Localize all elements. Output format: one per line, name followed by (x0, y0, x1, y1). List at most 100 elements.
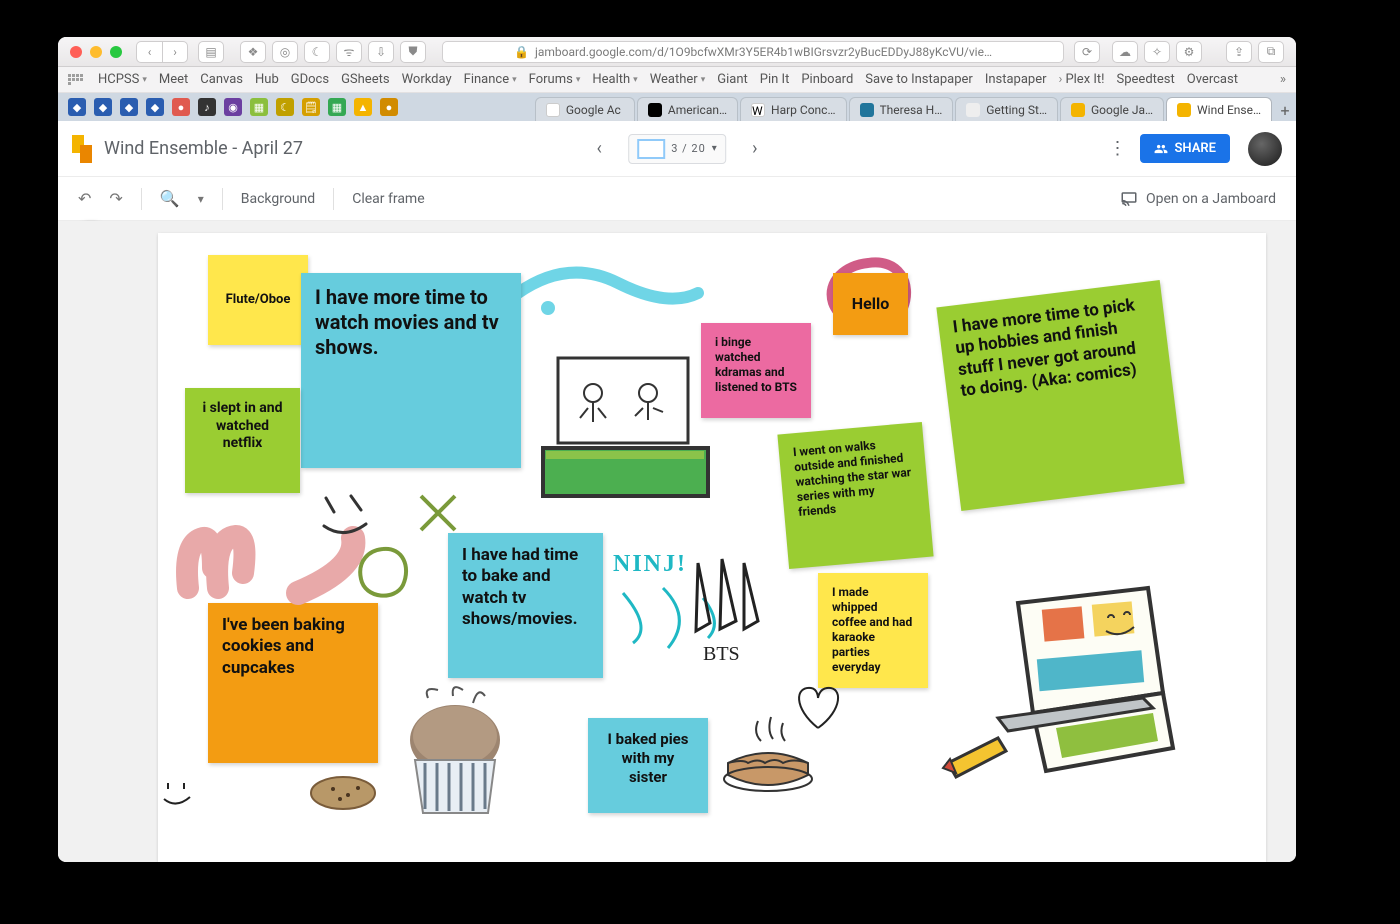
apps-icon[interactable] (68, 74, 86, 86)
zoom-menu-button[interactable]: ▾ (198, 192, 204, 206)
close-icon[interactable] (70, 46, 82, 58)
browser-tab[interactable]: Theresa H… (849, 97, 954, 121)
ext-icon[interactable]: ⇩ (368, 41, 394, 63)
sticky-note[interactable]: I've been baking cookies and cupcakes (208, 603, 378, 763)
bookmark[interactable]: GSheets (341, 72, 389, 87)
doodle-x (413, 488, 463, 538)
bookmark[interactable]: Meet (159, 72, 188, 87)
pinned-tab[interactable]: ◆ (94, 98, 112, 116)
doodle-cookie (308, 773, 378, 813)
jamboard-header: Wind Ensemble - April 27 ‹ 3 / 20 ▾ › ⋮ … (58, 121, 1296, 177)
pinned-tab[interactable]: ● (172, 98, 190, 116)
forward-button[interactable]: › (162, 41, 188, 63)
bookmark[interactable]: Health▾ (592, 72, 637, 87)
bookmark[interactable]: Forums▾ (529, 72, 581, 87)
bookmark[interactable]: Speedtest (1117, 72, 1175, 87)
reload-button[interactable]: ⟳ (1074, 41, 1100, 63)
sticky-note[interactable]: I made whipped coffee and had karaoke pa… (818, 573, 928, 688)
undo-button[interactable]: ↶ (78, 189, 91, 208)
sticky-note[interactable]: I have more time to pick up hobbies and … (936, 280, 1184, 511)
ext-icon[interactable]: ⛊ (400, 41, 426, 63)
bookmark[interactable]: Pinboard (801, 72, 853, 87)
pinned-tab[interactable]: 🗒 (302, 98, 320, 116)
bookmark[interactable]: Pin It (760, 72, 790, 87)
nav-back-forward: ‹ › (136, 41, 188, 63)
macos-titlebar: ‹ › ▤ ❖ ◎ ☾ ᯤ ⇩ ⛊ 🔒 jamboard.google.com/… (58, 37, 1296, 67)
settings-icon[interactable]: ⚙ (1176, 41, 1202, 63)
pinned-tab[interactable]: ♪ (198, 98, 216, 116)
doodle-laptop (538, 348, 718, 518)
bookmark[interactable]: Save to Instapaper (865, 72, 973, 87)
sticky-note[interactable]: Flute/Oboe (208, 255, 308, 345)
bookmark[interactable]: Canvas (200, 72, 243, 87)
background-button[interactable]: Background (241, 191, 315, 207)
frame-thumbnail-icon (637, 139, 665, 159)
pinned-tab[interactable]: ● (380, 98, 398, 116)
next-frame-button[interactable]: › (740, 134, 770, 164)
bookmark-icon[interactable]: ✧ (1144, 41, 1170, 63)
pinned-tab[interactable]: ◉ (224, 98, 242, 116)
minimize-icon[interactable] (90, 46, 102, 58)
pinned-tab[interactable]: ◆ (68, 98, 86, 116)
jamboard-canvas[interactable]: Flute/Oboe I have more time to watch mov… (158, 233, 1266, 862)
chevron-down-icon: ▾ (712, 143, 717, 154)
redo-button[interactable]: ↷ (109, 189, 122, 208)
share-button[interactable]: SHARE (1140, 134, 1230, 163)
pinned-tab[interactable]: ▲ (354, 98, 372, 116)
bookmarks-bar: HCPSS▾ Meet Canvas Hub GDocs GSheets Wor… (58, 67, 1296, 93)
frame-selector[interactable]: 3 / 20 ▾ (628, 134, 726, 164)
jamboard-logo-icon[interactable] (72, 135, 92, 163)
browser-tabs: ◆ ◆ ◆ ◆ ● ♪ ◉ ▦ ☾ 🗒 ▦ ▲ ● Google Ac Amer… (58, 93, 1296, 121)
prev-frame-button[interactable]: ‹ (584, 134, 614, 164)
back-button[interactable]: ‹ (136, 41, 162, 63)
browser-tab-active[interactable]: Wind Ense… (1166, 97, 1272, 121)
ext-icon[interactable]: ☾ (304, 41, 330, 63)
pinned-tab[interactable]: ▦ (250, 98, 268, 116)
bookmark[interactable]: Giant (717, 72, 748, 87)
maximize-icon[interactable] (110, 46, 122, 58)
more-menu-button[interactable]: ⋮ (1108, 138, 1126, 159)
bookmark[interactable]: HCPSS▾ (98, 72, 147, 87)
canvas-wrapper: Flute/Oboe I have more time to watch mov… (58, 221, 1296, 862)
browser-tab[interactable]: Google Ac (535, 97, 635, 121)
cast-icon (1120, 190, 1138, 208)
avatar[interactable] (1248, 132, 1282, 166)
document-title[interactable]: Wind Ensemble - April 27 (104, 138, 303, 159)
cloud-icon[interactable]: ☁ (1112, 41, 1138, 63)
bookmarks-overflow[interactable]: » (1280, 72, 1286, 87)
sticky-note[interactable]: I baked pies with my sister (588, 718, 708, 813)
bookmark[interactable]: Overcast (1187, 72, 1238, 87)
share-icon[interactable]: ⇪ (1226, 41, 1252, 63)
frame-counter: 3 / 20 (671, 142, 706, 155)
browser-tab[interactable]: WHarp Conc… (740, 97, 846, 121)
zoom-in-button[interactable]: 🔍 (160, 189, 180, 208)
sticky-note[interactable]: Hello (833, 273, 908, 335)
bookmark[interactable]: ›Plex It! (1059, 72, 1105, 87)
sticky-note[interactable]: i slept in and watched netflix (185, 388, 300, 493)
browser-tab[interactable]: American… (637, 97, 738, 121)
bookmark[interactable]: Hub (255, 72, 279, 87)
sticky-note[interactable]: I have more time to watch movies and tv … (301, 273, 521, 468)
bookmark[interactable]: GDocs (291, 72, 329, 87)
pinned-tab[interactable]: ◆ (120, 98, 138, 116)
tabs-icon[interactable]: ⧉ (1258, 41, 1284, 63)
ext-icon[interactable]: ᯤ (336, 41, 362, 63)
browser-tab[interactable]: Getting St… (955, 97, 1058, 121)
bookmark[interactable]: Finance▾ (464, 72, 517, 87)
clear-frame-button[interactable]: Clear frame (352, 191, 424, 207)
browser-tab[interactable]: Google Ja… (1060, 97, 1164, 121)
open-on-jamboard-button[interactable]: Open on a Jamboard (1120, 190, 1276, 208)
pinned-tab[interactable]: ◆ (146, 98, 164, 116)
bookmark[interactable]: Weather▾ (650, 72, 706, 87)
new-tab-button[interactable]: + (1274, 99, 1296, 121)
url-bar[interactable]: 🔒 jamboard.google.com/d/1O9bcfwXMr3Y5ER4… (442, 41, 1064, 63)
ext-icon[interactable]: ◎ (272, 41, 298, 63)
bookmark[interactable]: Instapaper (985, 72, 1047, 87)
pinned-tab[interactable]: ▦ (328, 98, 346, 116)
sticky-note[interactable]: I have had time to bake and watch tv sho… (448, 533, 603, 678)
sticky-note[interactable]: I went on walks outside and finished wat… (777, 422, 933, 569)
ext-icon[interactable]: ❖ (240, 41, 266, 63)
pinned-tab[interactable]: ☾ (276, 98, 294, 116)
bookmark[interactable]: Workday (402, 72, 452, 87)
sidebar-toggle-button[interactable]: ▤ (198, 41, 224, 63)
